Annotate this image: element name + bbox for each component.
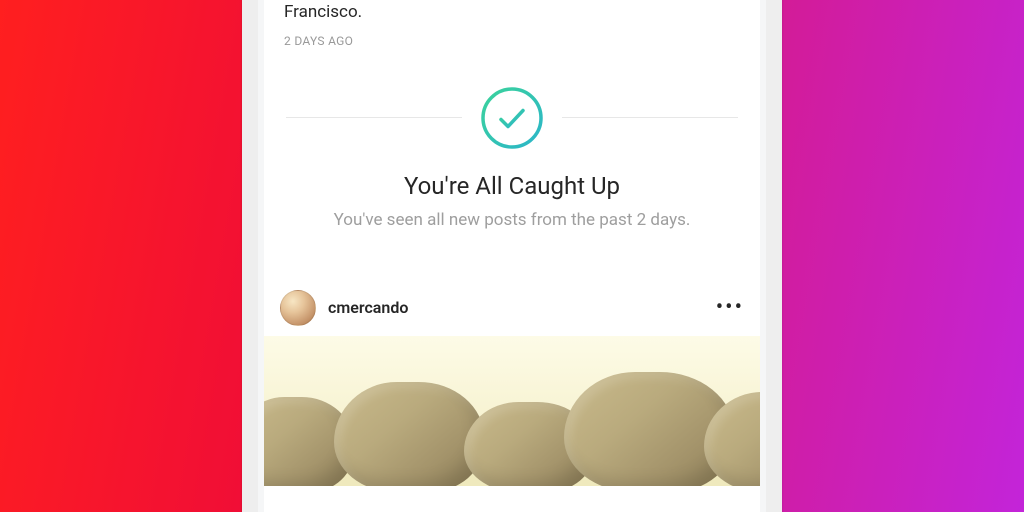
- caught-up-subtitle: You've seen all new posts from the past …: [264, 210, 760, 230]
- phone-screen: 192 likes jlau29 Literally can't think o…: [264, 0, 760, 512]
- phone-frame: 192 likes jlau29 Literally can't think o…: [242, 0, 782, 512]
- caught-up-title: You're All Caught Up: [264, 172, 760, 200]
- post-caption-text: Literally can't think of a better Saturd…: [284, 0, 678, 22]
- next-post-image[interactable]: [264, 336, 760, 486]
- next-post: cmercando •••: [264, 282, 760, 486]
- next-post-username[interactable]: cmercando: [328, 298, 408, 317]
- check-circle-icon: [480, 86, 544, 150]
- post-caption: jlau29 Literally can't think of a better…: [264, 0, 760, 24]
- gradient-background: 192 likes jlau29 Literally can't think o…: [0, 0, 1024, 512]
- avatar[interactable]: [280, 290, 316, 326]
- caught-up-section: You're All Caught Up You've seen all new…: [264, 86, 760, 230]
- more-icon: •••: [716, 295, 744, 320]
- caught-up-badge: [480, 86, 544, 150]
- post-timestamp: 2 DAYS AGO: [264, 24, 760, 48]
- divider: [286, 117, 462, 118]
- divider: [562, 117, 738, 118]
